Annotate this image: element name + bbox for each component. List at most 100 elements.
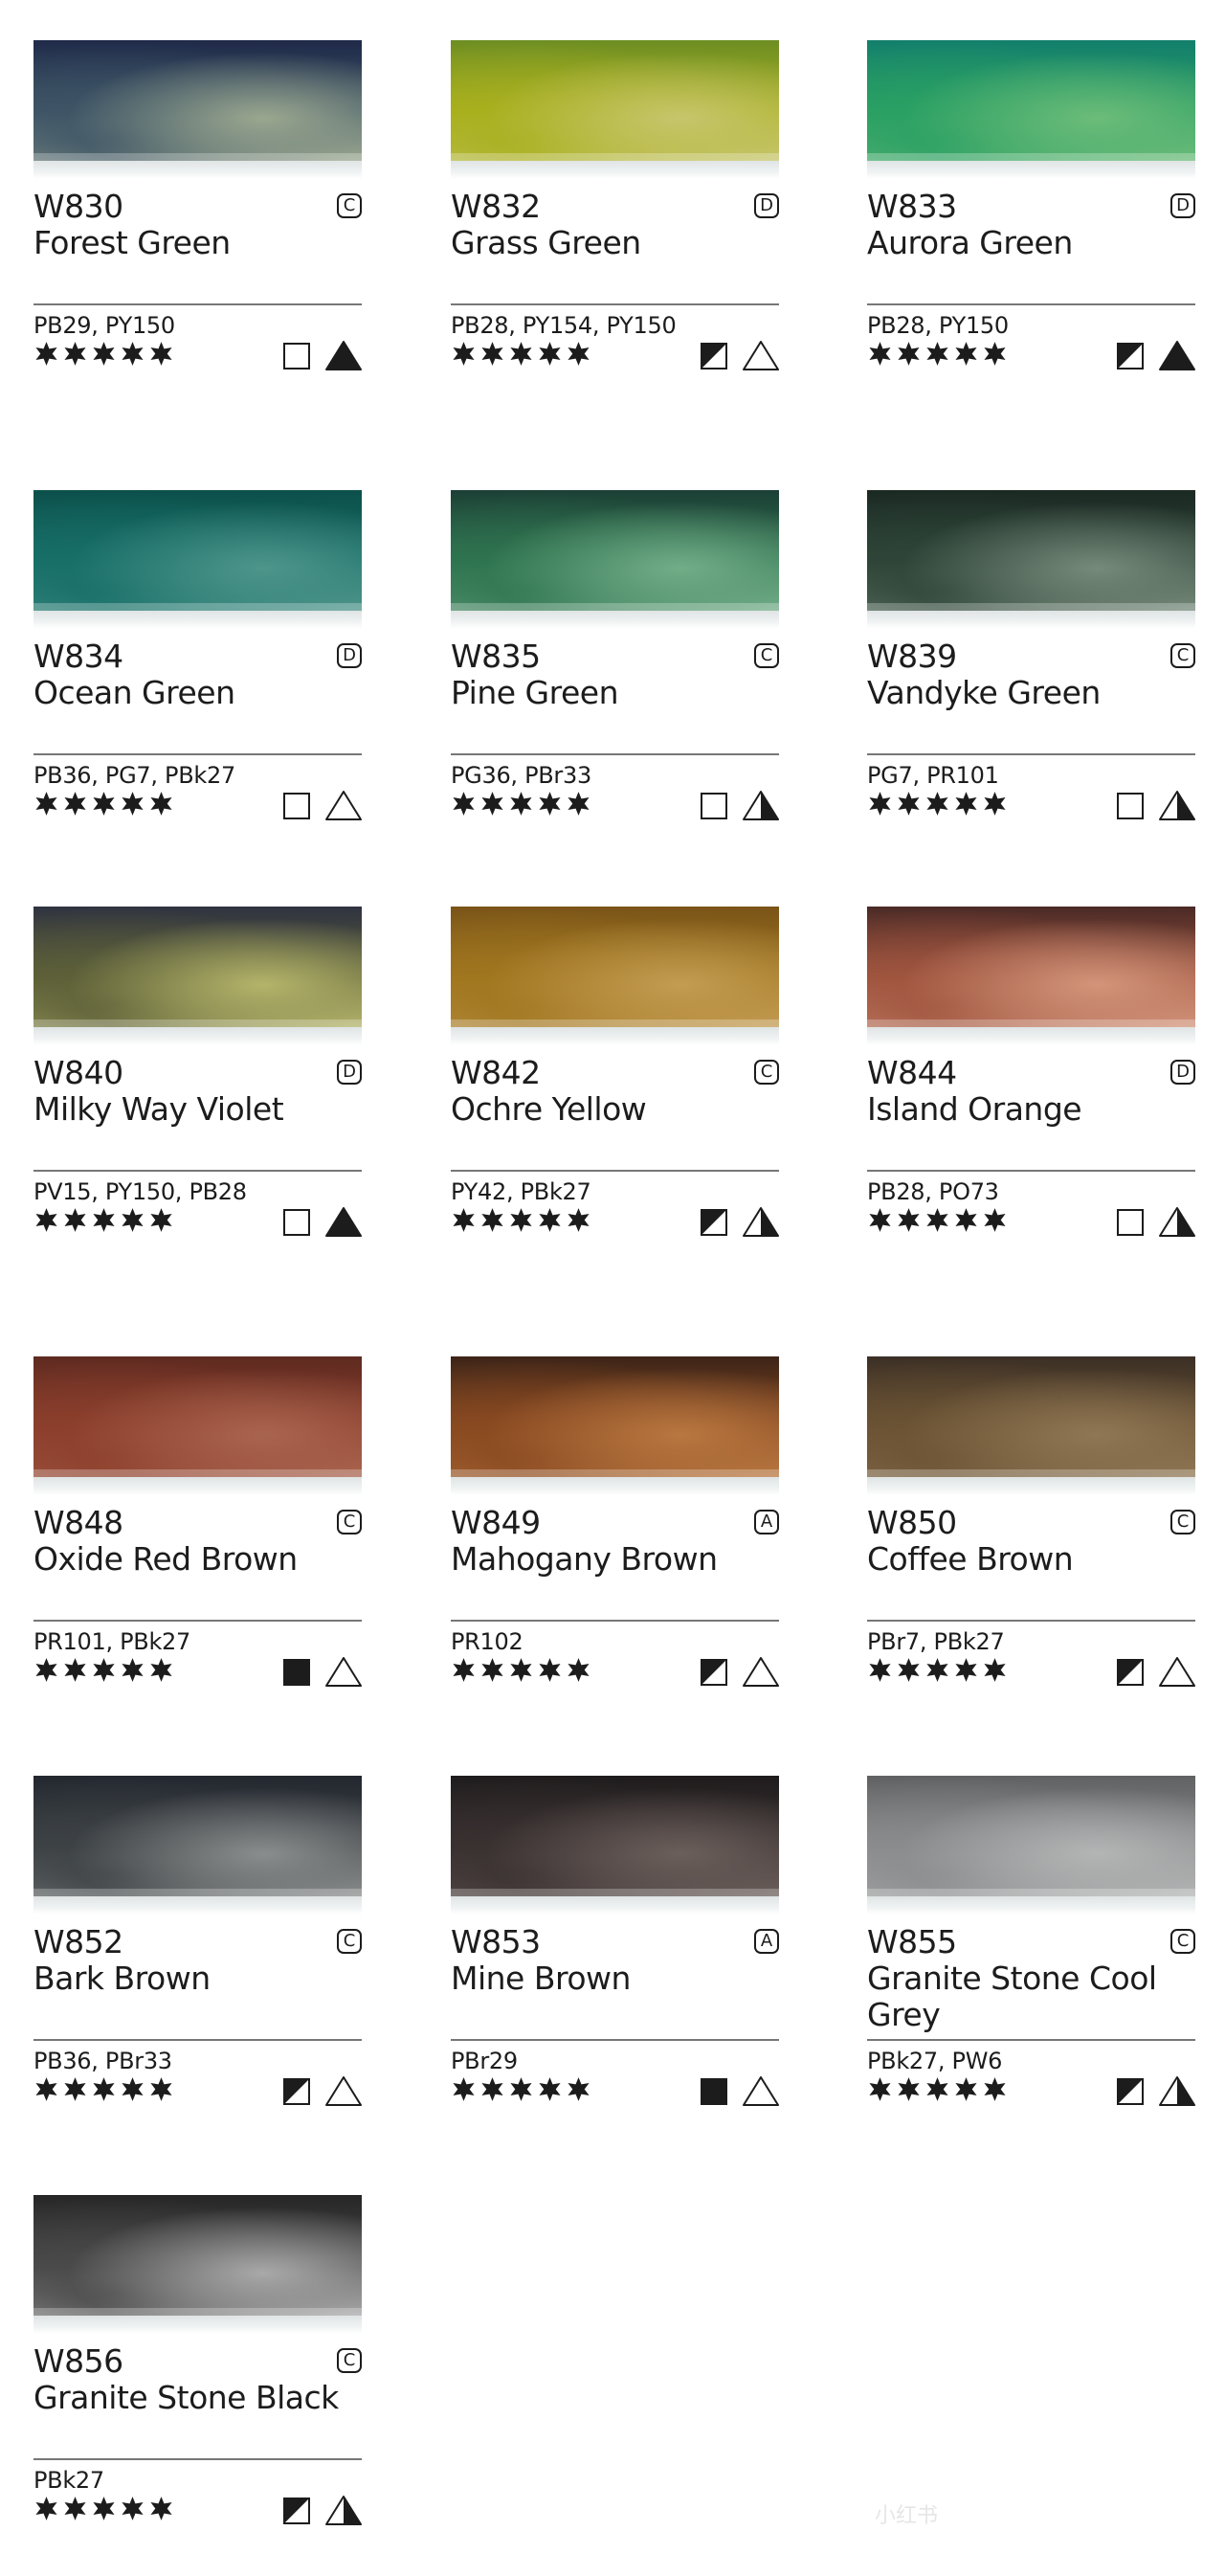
grade-badge: D [1170,1060,1195,1085]
star-icon [508,1657,534,1683]
star-icon [953,791,979,817]
grade-badge: D [337,643,362,668]
star-icon [451,341,477,367]
divider [33,1620,362,1622]
transparent-square-icon [1117,793,1144,819]
star-icon [953,341,979,367]
star-icon [566,791,591,817]
grade-badge: C [754,643,779,668]
color-code: W849 [451,1504,541,1541]
color-name: Mine Brown [451,1960,631,1997]
star-icon [451,2076,477,2102]
star-icon [982,1207,1008,1233]
color-code: W830 [33,188,123,225]
grade-badge: C [337,193,362,218]
pigment-codes: PB36, PG7, PBk27 [33,762,235,789]
pigment-codes: PR101, PBk27 [33,1628,190,1655]
opaque-square-icon [283,1659,310,1686]
star-icon [867,2076,893,2102]
transparent-square-icon [283,793,310,819]
paint-swatch [867,490,1195,629]
divider [867,1620,1195,1622]
grade-badge: C [337,2348,362,2373]
star-icon [566,1207,591,1233]
star-icon [91,791,117,817]
divider [33,303,362,305]
star-icon [120,1657,145,1683]
color-card: W840 D Milky Way Violet PV15, PY150, PB28 [33,907,362,1242]
star-icon [953,2076,979,2102]
star-icon [982,2076,1008,2102]
star-icon [867,791,893,817]
star-icon [120,2496,145,2521]
star-icon [62,791,88,817]
color-card: W848 C Oxide Red Brown PR101, PBk27 [33,1356,362,1691]
star-icon [566,341,591,367]
star-icon [953,1207,979,1233]
color-name: Grass Green [451,224,641,261]
outline-triangle-icon [743,2075,779,2107]
grade-badge: C [337,1929,362,1954]
pigment-codes: PG36, PBr33 [451,762,591,789]
color-name: Oxide Red Brown [33,1540,298,1578]
pigment-codes: PBk27, PW6 [867,2048,1003,2074]
star-icon [148,2496,174,2521]
half-filled-triangle-icon [325,2495,362,2526]
star-icon [451,1207,477,1233]
pigment-codes: PB28, PY154, PY150 [451,312,677,339]
color-name: Pine Green [451,674,619,711]
semi-transparent-square-icon [1117,1659,1144,1686]
paint-swatch [867,1776,1195,1915]
outline-triangle-icon [325,790,362,821]
filled-triangle-icon [1159,340,1195,371]
star-icon [924,2076,950,2102]
color-name: Ochre Yellow [451,1090,647,1128]
filled-triangle-icon [325,340,362,371]
color-name: Island Orange [867,1090,1082,1128]
transparent-square-icon [1117,1209,1144,1236]
star-icon [508,2076,534,2102]
divider [867,1170,1195,1172]
half-filled-triangle-icon [1159,790,1195,821]
star-icon [148,341,174,367]
semi-transparent-square-icon [701,343,727,370]
star-icon [91,341,117,367]
star-icon [33,341,59,367]
color-card: W856 C Granite Stone Black PBk27 [33,2195,362,2530]
star-icon [148,1207,174,1233]
half-filled-triangle-icon [1159,1206,1195,1238]
opaque-square-icon [701,2078,727,2105]
grade-badge: C [1170,643,1195,668]
divider [33,2039,362,2041]
semi-transparent-square-icon [283,2498,310,2524]
divider [451,1170,779,1172]
star-icon [867,1207,893,1233]
grade-badge: C [1170,1510,1195,1534]
star-icon [508,791,534,817]
pigment-codes: PB28, PY150 [867,312,1009,339]
divider [33,1170,362,1172]
color-card: W839 C Vandyke Green PG7, PR101 [867,490,1195,825]
grade-badge: C [337,1510,362,1534]
paint-swatch [33,490,362,629]
star-icon [867,1657,893,1683]
star-icon [479,791,505,817]
color-name: Ocean Green [33,674,235,711]
divider [33,753,362,755]
star-icon [91,1657,117,1683]
color-name: Forest Green [33,224,231,261]
semi-transparent-square-icon [1117,2078,1144,2105]
paint-swatch [451,1356,779,1495]
star-icon [508,1207,534,1233]
star-icon [537,791,563,817]
star-icon [62,1657,88,1683]
color-card: W832 D Grass Green PB28, PY154, PY150 [451,40,779,375]
outline-triangle-icon [325,2075,362,2107]
divider [451,2039,779,2041]
color-name: Vandyke Green [867,674,1101,711]
paint-swatch [33,1356,362,1495]
star-icon [896,341,922,367]
paint-swatch [867,1356,1195,1495]
star-icon [33,2076,59,2102]
color-name: Granite Stone Black [33,2379,339,2416]
